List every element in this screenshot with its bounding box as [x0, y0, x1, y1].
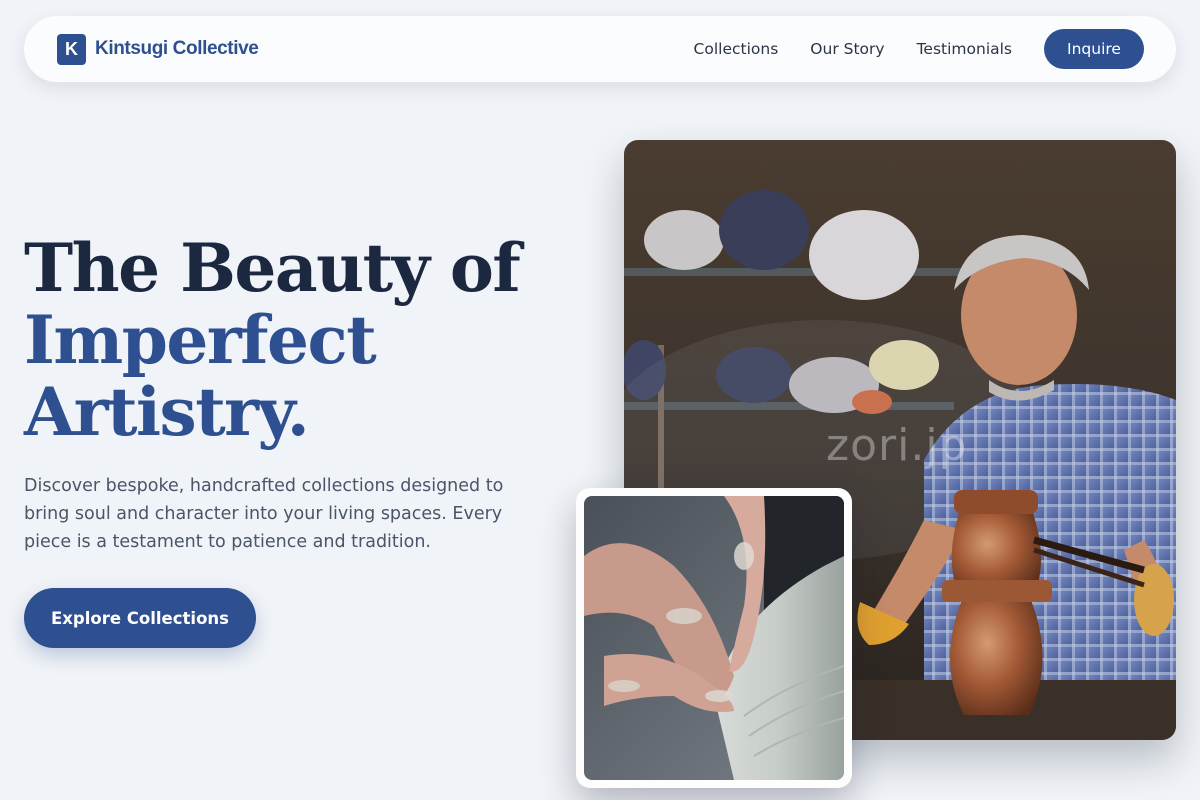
inquire-button[interactable]: Inquire: [1044, 29, 1144, 69]
hero-description: Discover bespoke, handcrafted collection…: [24, 476, 504, 552]
headline-line-3: Artistry.: [24, 373, 310, 451]
pottery-photo-illustration: [584, 496, 844, 780]
pottery-photo-frame: [576, 488, 852, 788]
brand-logo[interactable]: K Kintsugi Collective: [57, 33, 259, 65]
nav-links: Collections Our Story Testimonials: [694, 40, 1012, 58]
hero-headline: The Beauty of Imperfect Artistry.: [24, 232, 584, 448]
brand-mark-icon: K: [57, 33, 86, 65]
nav-link-testimonials[interactable]: Testimonials: [917, 40, 1012, 58]
pottery-photo: [584, 496, 844, 780]
landing-page: K Kintsugi Collective Collections Our St…: [0, 0, 1200, 800]
nav-link-collections[interactable]: Collections: [694, 40, 779, 58]
watermark-text: zori.jp: [826, 420, 968, 471]
nav-link-our-story[interactable]: Our Story: [810, 40, 884, 58]
top-navigation: K Kintsugi Collective Collections Our St…: [24, 16, 1176, 82]
headline-line-2: Imperfect: [24, 301, 377, 379]
brand-name: Kintsugi Collective: [95, 38, 259, 59]
headline-line-1: The Beauty of: [24, 229, 521, 307]
explore-collections-button[interactable]: Explore Collections: [24, 588, 256, 648]
